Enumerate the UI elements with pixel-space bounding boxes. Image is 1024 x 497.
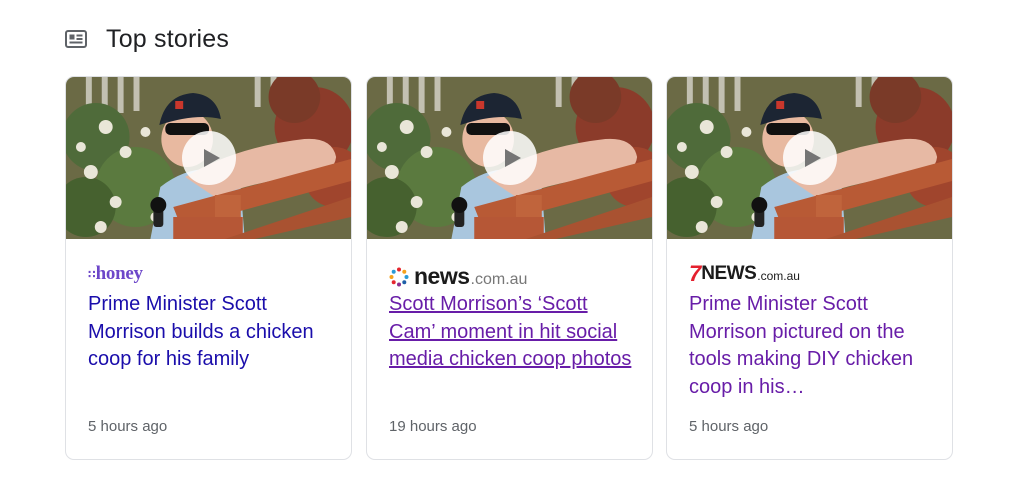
story-thumbnail[interactable] xyxy=(667,77,952,239)
play-icon[interactable] xyxy=(482,131,537,185)
seven-mark: 7 xyxy=(689,261,701,286)
source-name: honey xyxy=(95,263,143,284)
story-card[interactable]: 7 NEWS .com.au Prime Minister Scott Morris… xyxy=(666,76,953,460)
story-headline[interactable]: Prime Minister Scott Morrison builds a c… xyxy=(88,291,338,374)
section-title: Top stories xyxy=(106,24,230,53)
source-domain-suffix: .com.au xyxy=(757,269,800,283)
top-stories-header: Top stories xyxy=(64,22,229,56)
source-logo-news-com-au: news .com.au xyxy=(389,263,527,289)
play-icon[interactable] xyxy=(782,131,837,185)
news-icon xyxy=(64,29,88,49)
story-headline[interactable]: Scott Morrison’s ‘Scott Cam’ moment in h… xyxy=(389,291,639,374)
story-card[interactable]: news .com.au Scott Morrison’s ‘Scott Cam’… xyxy=(366,76,653,460)
story-timestamp: 19 hours ago xyxy=(389,418,477,435)
story-timestamp: 5 hours ago xyxy=(689,418,769,435)
source-logo-honey: ∷honey xyxy=(88,263,143,284)
story-thumbnail[interactable] xyxy=(66,77,351,239)
story-headline[interactable]: Prime Minister Scott Morrison pictured o… xyxy=(689,291,939,401)
source-name: NEWS xyxy=(701,263,757,284)
source-domain-suffix: .com.au xyxy=(470,271,528,288)
story-card[interactable]: ∷honey Prime Minister Scott Morrison bui… xyxy=(65,76,352,460)
source-logo-7news: 7 NEWS .com.au xyxy=(689,261,800,286)
story-thumbnail[interactable] xyxy=(367,77,652,239)
news-dots-icon xyxy=(389,267,409,292)
play-icon[interactable] xyxy=(181,131,236,185)
story-timestamp: 5 hours ago xyxy=(88,418,168,435)
source-name: news xyxy=(414,263,470,289)
